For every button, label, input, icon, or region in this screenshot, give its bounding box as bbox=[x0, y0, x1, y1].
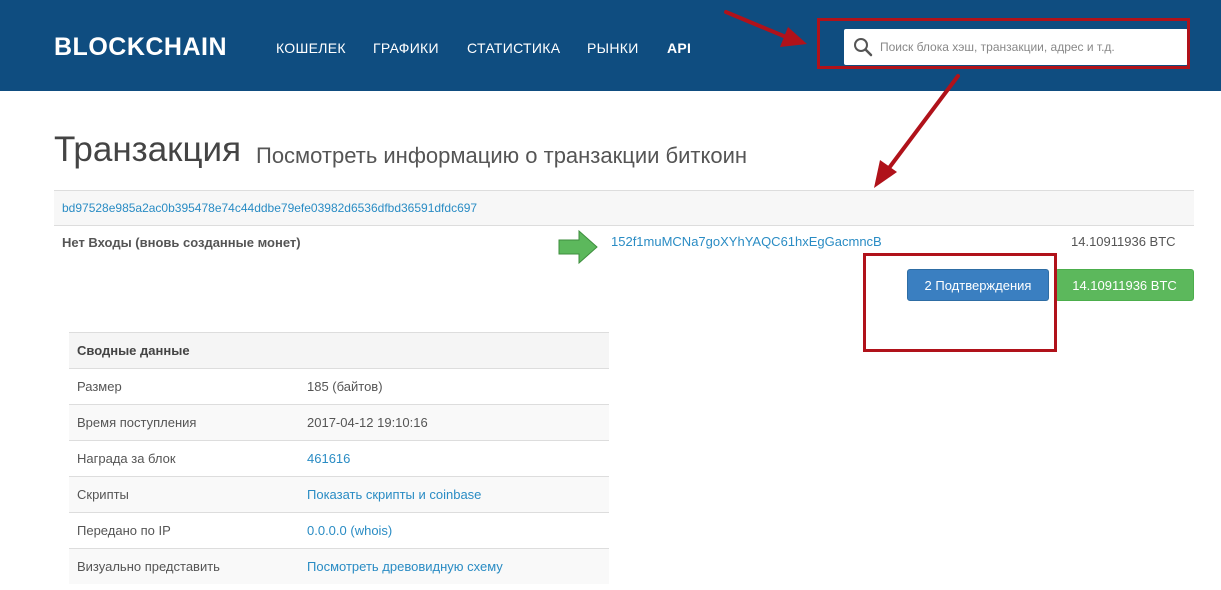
annotation-arrows bbox=[724, 10, 960, 188]
